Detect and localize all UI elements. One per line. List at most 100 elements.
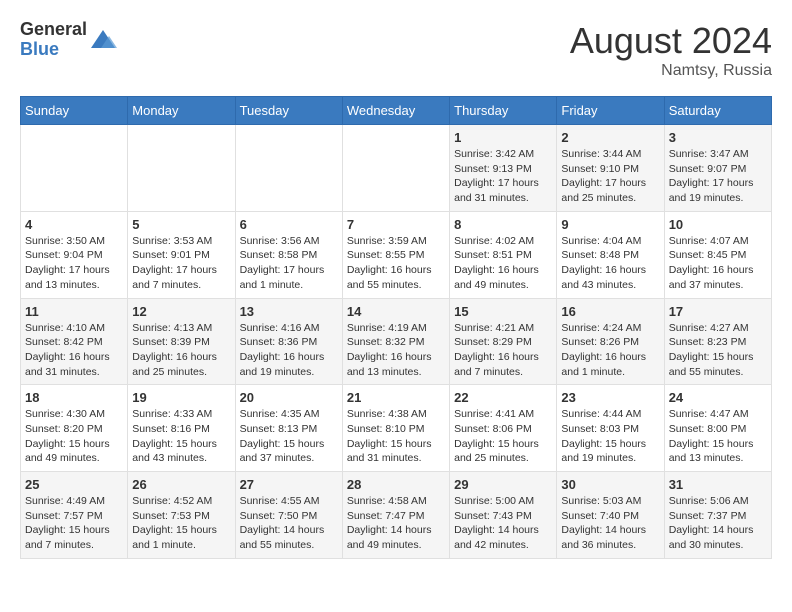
day-content: Sunrise: 3:56 AM Sunset: 8:58 PM Dayligh… [240, 234, 338, 293]
day-content: Sunrise: 4:47 AM Sunset: 8:00 PM Dayligh… [669, 407, 767, 466]
day-cell: 4Sunrise: 3:50 AM Sunset: 9:04 PM Daylig… [21, 211, 128, 298]
header-monday: Monday [128, 97, 235, 125]
day-cell: 20 Sunrise: 4:35 AM Sunset: 8:13 PM Dayli… [235, 385, 342, 472]
day-cell: 24Sunrise: 4:47 AM Sunset: 8:00 PM Dayli… [664, 385, 771, 472]
day-cell: 29 Sunrise: 5:00 AM Sunset: 7:43 PM Dayli… [450, 472, 557, 559]
day-cell: 8 Sunrise: 4:02 AM Sunset: 8:51 PM Daylig… [450, 211, 557, 298]
day-content: Sunrise: 4:41 AM Sunset: 8:06 PM Dayligh… [454, 407, 552, 466]
day-number: 3 [669, 130, 767, 145]
day-content: Sunrise: 4:44 AM Sunset: 8:03 PM Dayligh… [561, 407, 659, 466]
day-cell: 2 Sunrise: 3:44 AM Sunset: 9:10 PM Daylig… [557, 125, 664, 212]
day-cell [128, 125, 235, 212]
day-cell: 10 Sunrise: 4:07 AM Sunset: 8:45 PM Dayli… [664, 211, 771, 298]
header-wednesday: Wednesday [342, 97, 449, 125]
day-content: Sunrise: 3:44 AM Sunset: 9:10 PM Dayligh… [561, 147, 659, 206]
day-number: 30 [561, 477, 659, 492]
day-number: 29 [454, 477, 552, 492]
day-number: 20 [240, 390, 338, 405]
logo-icon [89, 26, 117, 54]
day-cell: 3 Sunrise: 3:47 AM Sunset: 9:07 PM Daylig… [664, 125, 771, 212]
day-cell: 6Sunrise: 3:56 AM Sunset: 8:58 PM Daylig… [235, 211, 342, 298]
day-cell: 17Sunrise: 4:27 AM Sunset: 8:23 PM Dayli… [664, 298, 771, 385]
day-content: Sunrise: 4:27 AM Sunset: 8:23 PM Dayligh… [669, 321, 767, 380]
day-content: Sunrise: 4:55 AM Sunset: 7:50 PM Dayligh… [240, 494, 338, 553]
week-row-2: 4Sunrise: 3:50 AM Sunset: 9:04 PM Daylig… [21, 211, 772, 298]
day-content: Sunrise: 4:33 AM Sunset: 8:16 PM Dayligh… [132, 407, 230, 466]
day-cell: 9 Sunrise: 4:04 AM Sunset: 8:48 PM Daylig… [557, 211, 664, 298]
day-number: 1 [454, 130, 552, 145]
day-cell: 26Sunrise: 4:52 AM Sunset: 7:53 PM Dayli… [128, 472, 235, 559]
day-content: Sunrise: 4:04 AM Sunset: 8:48 PM Dayligh… [561, 234, 659, 293]
day-cell: 25Sunrise: 4:49 AM Sunset: 7:57 PM Dayli… [21, 472, 128, 559]
header-saturday: Saturday [664, 97, 771, 125]
week-row-1: 1Sunrise: 3:42 AM Sunset: 9:13 PM Daylig… [21, 125, 772, 212]
week-row-3: 11 Sunrise: 4:10 AM Sunset: 8:42 PM Dayli… [21, 298, 772, 385]
day-number: 21 [347, 390, 445, 405]
day-content: Sunrise: 4:30 AM Sunset: 8:20 PM Dayligh… [25, 407, 123, 466]
day-cell [21, 125, 128, 212]
day-number: 15 [454, 304, 552, 319]
day-number: 16 [561, 304, 659, 319]
page-header: General Blue August 2024 Namtsy, Russia [20, 20, 772, 80]
day-cell: 28Sunrise: 4:58 AM Sunset: 7:47 PM Dayli… [342, 472, 449, 559]
day-content: Sunrise: 4:02 AM Sunset: 8:51 PM Dayligh… [454, 234, 552, 293]
logo-blue-text: Blue [20, 40, 87, 60]
day-content: Sunrise: 3:53 AM Sunset: 9:01 PM Dayligh… [132, 234, 230, 293]
day-content: Sunrise: 4:21 AM Sunset: 8:29 PM Dayligh… [454, 321, 552, 380]
day-content: Sunrise: 3:59 AM Sunset: 8:55 PM Dayligh… [347, 234, 445, 293]
day-content: Sunrise: 4:24 AM Sunset: 8:26 PM Dayligh… [561, 321, 659, 380]
day-content: Sunrise: 4:58 AM Sunset: 7:47 PM Dayligh… [347, 494, 445, 553]
day-number: 26 [132, 477, 230, 492]
day-cell: 19 Sunrise: 4:33 AM Sunset: 8:16 PM Dayli… [128, 385, 235, 472]
day-number: 23 [561, 390, 659, 405]
day-content: Sunrise: 5:00 AM Sunset: 7:43 PM Dayligh… [454, 494, 552, 553]
day-number: 18 [25, 390, 123, 405]
day-cell: 5 Sunrise: 3:53 AM Sunset: 9:01 PM Daylig… [128, 211, 235, 298]
day-cell [342, 125, 449, 212]
day-number: 14 [347, 304, 445, 319]
day-content: Sunrise: 4:19 AM Sunset: 8:32 PM Dayligh… [347, 321, 445, 380]
day-content: Sunrise: 4:07 AM Sunset: 8:45 PM Dayligh… [669, 234, 767, 293]
logo-general-text: General [20, 20, 87, 40]
month-year-title: August 2024 [570, 20, 772, 62]
day-number: 9 [561, 217, 659, 232]
title-area: August 2024 Namtsy, Russia [570, 20, 772, 80]
day-cell: 31 Sunrise: 5:06 AM Sunset: 7:37 PM Dayli… [664, 472, 771, 559]
day-cell: 30 Sunrise: 5:03 AM Sunset: 7:40 PM Dayli… [557, 472, 664, 559]
day-number: 2 [561, 130, 659, 145]
day-number: 31 [669, 477, 767, 492]
day-cell: 18 Sunrise: 4:30 AM Sunset: 8:20 PM Dayli… [21, 385, 128, 472]
day-cell: 1Sunrise: 3:42 AM Sunset: 9:13 PM Daylig… [450, 125, 557, 212]
location-text: Namtsy, Russia [570, 62, 772, 80]
day-number: 10 [669, 217, 767, 232]
day-cell [235, 125, 342, 212]
day-number: 19 [132, 390, 230, 405]
day-content: Sunrise: 5:03 AM Sunset: 7:40 PM Dayligh… [561, 494, 659, 553]
week-row-4: 18 Sunrise: 4:30 AM Sunset: 8:20 PM Dayli… [21, 385, 772, 472]
day-number: 4 [25, 217, 123, 232]
day-number: 22 [454, 390, 552, 405]
day-content: Sunrise: 4:10 AM Sunset: 8:42 PM Dayligh… [25, 321, 123, 380]
header-friday: Friday [557, 97, 664, 125]
day-cell: 21Sunrise: 4:38 AM Sunset: 8:10 PM Dayli… [342, 385, 449, 472]
day-number: 11 [25, 304, 123, 319]
day-number: 5 [132, 217, 230, 232]
day-cell: 27 Sunrise: 4:55 AM Sunset: 7:50 PM Dayli… [235, 472, 342, 559]
day-content: Sunrise: 3:47 AM Sunset: 9:07 PM Dayligh… [669, 147, 767, 206]
day-number: 7 [347, 217, 445, 232]
day-content: Sunrise: 5:06 AM Sunset: 7:37 PM Dayligh… [669, 494, 767, 553]
day-number: 8 [454, 217, 552, 232]
day-cell: 13Sunrise: 4:16 AM Sunset: 8:36 PM Dayli… [235, 298, 342, 385]
day-cell: 11 Sunrise: 4:10 AM Sunset: 8:42 PM Dayli… [21, 298, 128, 385]
day-content: Sunrise: 4:35 AM Sunset: 8:13 PM Dayligh… [240, 407, 338, 466]
day-number: 13 [240, 304, 338, 319]
calendar-table: SundayMondayTuesdayWednesdayThursdayFrid… [20, 96, 772, 559]
header-sunday: Sunday [21, 97, 128, 125]
day-cell: 23 Sunrise: 4:44 AM Sunset: 8:03 PM Dayli… [557, 385, 664, 472]
day-cell: 14 Sunrise: 4:19 AM Sunset: 8:32 PM Dayli… [342, 298, 449, 385]
day-cell: 15 Sunrise: 4:21 AM Sunset: 8:29 PM Dayli… [450, 298, 557, 385]
week-row-5: 25Sunrise: 4:49 AM Sunset: 7:57 PM Dayli… [21, 472, 772, 559]
header-tuesday: Tuesday [235, 97, 342, 125]
day-number: 27 [240, 477, 338, 492]
logo: General Blue [20, 20, 117, 60]
